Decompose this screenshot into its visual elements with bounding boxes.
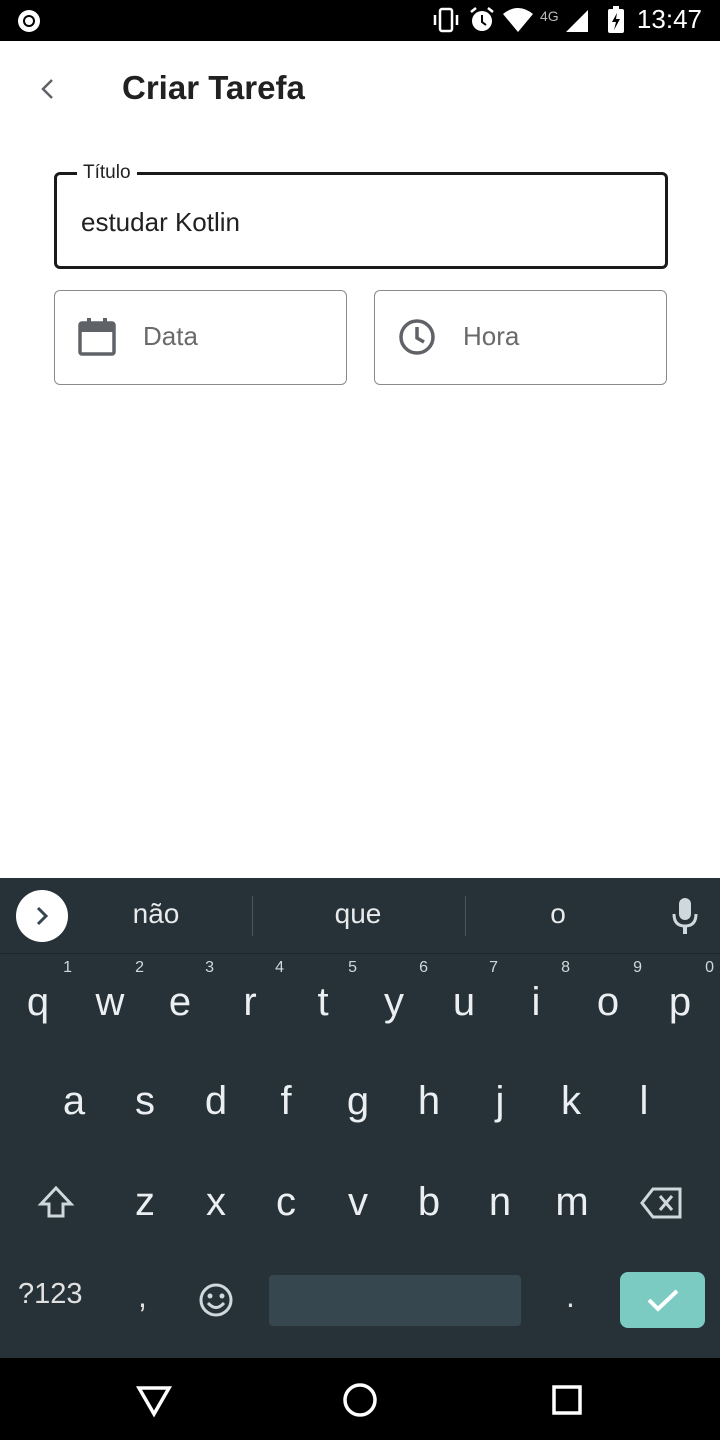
signal-icon [566,10,588,32]
expand-suggestions-button[interactable] [16,890,68,942]
key-label: w [95,980,125,1024]
suggestion-strip: não que o [0,878,720,954]
key-hint: 0 [705,959,714,976]
key-m[interactable]: m [542,1162,602,1242]
chevron-right-icon [36,906,49,926]
alarm-icon [470,7,494,31]
key-b[interactable]: b [399,1162,459,1242]
backspace-key[interactable] [640,1186,684,1220]
status-bar: 4G 13:47 [0,0,720,41]
recents-square-icon[interactable] [547,1380,587,1420]
suggestion-1[interactable]: não [86,898,226,930]
key-hint: 9 [633,959,642,976]
key-hint: 1 [63,959,72,976]
status-time: 13:47 [636,4,702,34]
battery-icon [608,6,624,33]
key-g[interactable]: g [328,1061,388,1141]
key-x[interactable]: x [186,1162,246,1242]
date-placeholder: Data [143,321,198,351]
key-t[interactable]: t5 [293,960,357,1042]
key-hint: 8 [561,959,570,976]
space-key[interactable] [269,1275,521,1326]
soft-keyboard: não que o q1w2e3r4t5y6u7i8o9p0asdfghjklz… [0,878,720,1358]
key-e[interactable]: e3 [150,960,214,1042]
home-circle-icon[interactable] [340,1380,380,1420]
page-title: Criar Tarefa [122,69,305,106]
back-triangle-icon[interactable] [134,1380,174,1420]
key-p[interactable]: p0 [650,960,714,1042]
key-u[interactable]: u7 [434,960,498,1042]
period-key[interactable]: . [566,1278,575,1315]
title-field[interactable]: Título estudar Kotlin [54,162,668,269]
key-j[interactable]: j [470,1061,530,1141]
shift-key[interactable] [36,1182,76,1222]
key-label: q [26,980,50,1024]
key-hint: 6 [419,959,428,976]
suggestion-2[interactable]: que [288,898,428,930]
network-type: 4G [540,8,559,24]
key-o[interactable]: o9 [578,960,642,1042]
key-w[interactable]: w2 [80,960,144,1042]
app-bar: Criar Tarefa [0,41,720,137]
clock-icon [399,319,435,355]
key-s[interactable]: s [115,1061,175,1141]
back-button[interactable] [24,65,72,113]
comma-key[interactable]: , [138,1278,147,1315]
notification-icon [18,10,40,32]
microphone-icon[interactable] [668,896,702,936]
key-f[interactable]: f [256,1061,316,1141]
key-hint: 3 [205,959,214,976]
key-k[interactable]: k [541,1061,601,1141]
wifi-icon [503,8,533,32]
title-input[interactable]: estudar Kotlin [81,207,240,238]
key-i[interactable]: i8 [506,960,570,1042]
key-label: u [452,980,476,1024]
key-label: t [317,980,329,1024]
key-d[interactable]: d [186,1061,246,1141]
key-label: y [384,980,404,1024]
calendar-icon [78,318,116,356]
time-placeholder: Hora [463,321,520,351]
key-label: p [668,980,692,1024]
key-y[interactable]: y6 [364,960,428,1042]
key-a[interactable]: a [44,1061,104,1141]
suggestion-divider [465,896,466,936]
time-field[interactable]: Hora [374,290,667,385]
vibrate-icon [433,7,459,33]
key-z[interactable]: z [115,1162,175,1242]
key-hint: 5 [348,959,357,976]
key-label: r [243,980,257,1024]
key-c[interactable]: c [256,1162,316,1242]
key-hint: 4 [275,959,284,976]
key-v[interactable]: v [328,1162,388,1242]
key-l[interactable]: l [614,1061,674,1141]
check-icon [647,1289,678,1312]
done-key[interactable] [620,1272,705,1328]
key-label: e [168,980,192,1024]
key-r[interactable]: r4 [220,960,284,1042]
key-label: o [596,980,620,1024]
title-field-label: Título [77,162,137,184]
suggestion-divider [252,896,253,936]
key-label: i [531,980,541,1024]
key-hint: 7 [489,959,498,976]
suggestion-3[interactable]: o [488,898,628,930]
chevron-left-icon [41,79,53,99]
key-h[interactable]: h [399,1061,459,1141]
key-hint: 2 [135,959,144,976]
emoji-icon[interactable] [198,1282,234,1318]
key-n[interactable]: n [470,1162,530,1242]
navigation-bar [0,1358,720,1440]
symbols-key[interactable]: ?123 [18,1278,83,1311]
date-field[interactable]: Data [54,290,347,385]
key-q[interactable]: q1 [8,960,72,1042]
